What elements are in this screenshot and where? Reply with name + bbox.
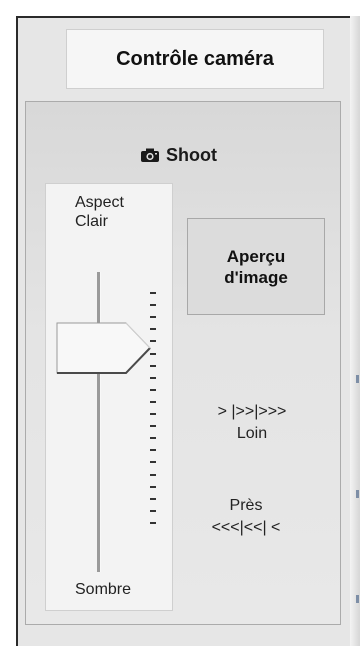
preview-label-line2: d'image [224,267,288,287]
focus-far-arrows[interactable]: > |>>|>>> [196,401,308,423]
brightness-bottom-label: Sombre [75,581,132,598]
tab-mark [356,375,359,383]
focus-far-label: Loin [236,425,268,442]
brightness-slider-thumb[interactable] [56,322,152,379]
camera-icon [140,147,160,163]
slider-tick [150,473,156,476]
slider-tick [150,352,156,355]
window-edge [350,16,360,646]
slider-tick [150,388,156,391]
slider-tick [150,485,156,488]
slider-tick [150,316,156,319]
label-clair: Clair [75,213,108,230]
brightness-top-label: Aspect Clair [75,193,155,231]
slider-tick [150,425,156,428]
tab-mark [356,490,359,498]
focus-near-control[interactable]: Près <<<|<<| < [196,495,296,539]
slider-tick [150,364,156,367]
focus-near-arrows[interactable]: <<<|<<| < [196,517,296,539]
slider-tick [150,328,156,331]
slider-tick [150,292,156,294]
slider-tick [150,304,156,307]
preview-label-line1: Aperçu [226,246,286,266]
tab-mark [356,595,359,603]
slider-tick [150,521,156,524]
focus-near-label: Près [229,497,263,514]
shoot-label: Shoot [166,144,217,165]
slider-tick [150,497,156,500]
brightness-ticks [150,292,158,592]
slider-tick [150,449,156,452]
focus-far-control[interactable]: > |>>|>>> Loin [196,401,308,445]
slider-tick [150,400,156,403]
slider-tick [150,509,156,512]
preview-button[interactable]: Aperçu d'image [187,218,325,315]
label-aspect: Aspect [75,194,124,211]
slider-tick [150,340,156,343]
slider-tick [150,413,156,415]
slider-tick [150,376,156,379]
shoot-button[interactable]: Shoot [140,135,217,175]
slider-tick [150,437,156,440]
window-title: Contrôle caméra [66,29,324,89]
brightness-slider-track[interactable] [97,272,101,572]
slider-tick [150,461,156,464]
